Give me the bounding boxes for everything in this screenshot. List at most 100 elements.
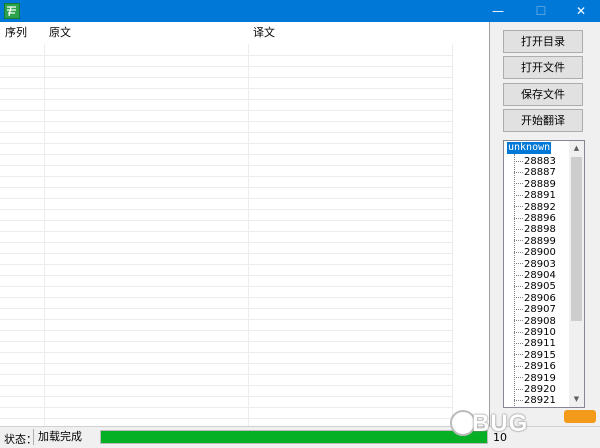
translation-grid[interactable]: 序列 原文 译文 xyxy=(0,22,490,426)
tree-item[interactable]: 28891 xyxy=(514,190,556,201)
tree-branch-line xyxy=(514,183,523,185)
tree-item-label: 28883 xyxy=(524,156,556,167)
grid-row-divider xyxy=(0,242,452,243)
close-button[interactable]: ✕ xyxy=(563,0,599,22)
tree-item[interactable]: 28916 xyxy=(514,361,556,372)
grid-row-divider xyxy=(0,209,452,210)
grid-row-divider xyxy=(0,110,452,111)
watermark-text: BUG xyxy=(472,410,529,437)
tree-branch-line xyxy=(514,388,523,390)
grid-row-divider xyxy=(0,374,452,375)
grid-row-divider xyxy=(0,264,452,265)
tree-item[interactable]: 28920 xyxy=(514,384,556,395)
tree-item-label: 28920 xyxy=(524,384,556,395)
grid-row-divider xyxy=(0,154,452,155)
grid-row-divider xyxy=(0,66,452,67)
tree-item-label: 28904 xyxy=(524,270,556,281)
scroll-thumb[interactable] xyxy=(571,157,582,321)
minimize-button[interactable]: — xyxy=(480,0,516,22)
tree-item[interactable]: 28889 xyxy=(514,179,556,190)
tree-branch-line xyxy=(514,399,523,401)
tree-scrollbar[interactable]: ▲ ▼ xyxy=(569,141,584,407)
grid-row-divider xyxy=(0,352,452,353)
tree-item-label: 28892 xyxy=(524,201,556,213)
grid-row-divider xyxy=(0,99,452,100)
tree-item-label: 28903 xyxy=(524,258,556,270)
tree-item-label: 28907 xyxy=(524,304,556,316)
tree-branch-line xyxy=(514,217,523,219)
grid-row-divider xyxy=(0,77,452,78)
tree-item[interactable]: 28903 xyxy=(514,259,556,270)
tree-item[interactable]: 28907 xyxy=(514,304,556,315)
grid-row-divider xyxy=(0,275,452,276)
tree-item[interactable]: 28900 xyxy=(514,247,556,258)
grid-row-divider xyxy=(0,407,452,408)
tree-branch-line xyxy=(514,297,523,299)
tree-item-label: 28899 xyxy=(524,235,556,247)
grid-header: 序列 原文 译文 xyxy=(0,22,489,44)
tree-item[interactable]: 28887 xyxy=(514,167,556,178)
tree-item-label: 28911 xyxy=(524,338,556,350)
watermark-logo: BUG xyxy=(446,406,598,446)
tree-branch-line xyxy=(514,377,523,379)
tree-item[interactable]: 28904 xyxy=(514,270,556,281)
tree-item[interactable]: 28905 xyxy=(514,281,556,292)
tree-branch-line xyxy=(514,251,523,253)
column-header-translation[interactable]: 译文 xyxy=(248,22,452,44)
save-file-button[interactable]: 保存文件 xyxy=(503,83,583,106)
grid-row-divider xyxy=(0,165,452,166)
grid-row-divider xyxy=(0,363,452,364)
tree-branch-line xyxy=(514,194,523,196)
scroll-up-arrow-icon[interactable]: ▲ xyxy=(569,141,584,156)
open-directory-button[interactable]: 打开目录 xyxy=(503,30,583,53)
column-header-index[interactable]: 序列 xyxy=(0,22,44,44)
tree-item[interactable]: 28911 xyxy=(514,338,556,349)
tree-root-node[interactable]: unknown xyxy=(507,142,552,154)
tree-item[interactable]: 28908 xyxy=(514,316,556,327)
tree-item-label: 28916 xyxy=(524,361,556,373)
tree-item[interactable]: 28906 xyxy=(514,293,556,304)
tree-item[interactable]: 28896 xyxy=(514,213,556,224)
grid-row-divider xyxy=(0,286,452,287)
tree-branch-line xyxy=(514,263,523,265)
tree-branch-line xyxy=(514,320,523,322)
tree-item-label: 28908 xyxy=(524,315,556,327)
tree-item[interactable]: 28892 xyxy=(514,202,556,213)
tree-branch-line xyxy=(514,365,523,367)
scroll-down-arrow-icon[interactable]: ▼ xyxy=(569,392,584,407)
status-text: 加载完成 xyxy=(33,429,97,445)
tree-item-label: 28900 xyxy=(524,247,556,259)
tree-branch-line xyxy=(514,308,523,310)
tree-item-label: 28889 xyxy=(524,178,556,190)
tree-item[interactable]: 28898 xyxy=(514,224,556,235)
tree-branch-line xyxy=(514,354,523,356)
tree-item[interactable]: 28910 xyxy=(514,327,556,338)
maximize-button[interactable]: ☐ xyxy=(523,0,559,22)
grid-row-divider xyxy=(0,132,452,133)
tree-item-label: 28887 xyxy=(524,167,556,179)
start-translate-button[interactable]: 开始翻译 xyxy=(503,109,583,132)
tree-item-label: 28921 xyxy=(524,395,556,407)
tree-branch-line xyxy=(514,206,523,208)
grid-row-divider xyxy=(0,55,452,56)
grid-row-divider xyxy=(0,330,452,331)
grid-row-divider xyxy=(0,198,452,199)
tree-item[interactable]: 28915 xyxy=(514,350,556,361)
open-file-button[interactable]: 打开文件 xyxy=(503,56,583,79)
progress-fill xyxy=(101,431,487,443)
grid-column-divider xyxy=(248,22,249,426)
title-bar: — ☐ ✕ xyxy=(0,0,600,22)
tree-item[interactable]: 28921 xyxy=(514,395,556,406)
tree-item[interactable]: 28883 xyxy=(514,156,556,167)
column-header-original[interactable]: 原文 xyxy=(44,22,248,44)
file-tree[interactable]: unknown 28883 28887 28889 28891 28892 28896 28… xyxy=(503,140,585,408)
tree-item-label: 28896 xyxy=(524,213,556,224)
grid-row-divider xyxy=(0,319,452,320)
grid-row-divider xyxy=(0,231,452,232)
grid-row-divider xyxy=(0,253,452,254)
grid-row-divider xyxy=(0,341,452,342)
tree-item[interactable]: 28899 xyxy=(514,236,556,247)
tree-item-label: 28906 xyxy=(524,292,556,304)
tree-item[interactable]: 28919 xyxy=(514,373,556,384)
tree-branch-line xyxy=(514,171,523,173)
